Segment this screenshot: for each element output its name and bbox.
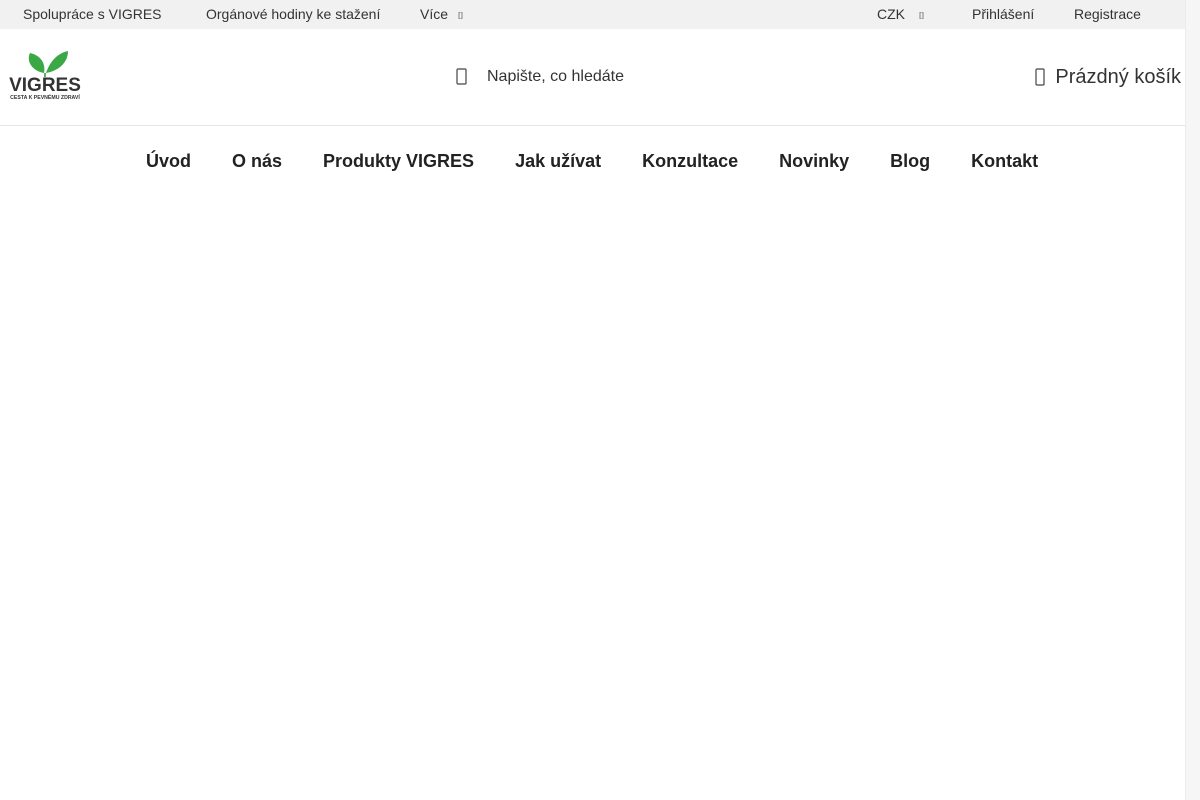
logo-brand-text: VIGRES [9,75,81,96]
nav-item-jak-uzivat[interactable]: Jak užívat [515,151,601,172]
top-utility-bar: Spolupráce s VIGRES Orgánové hodiny ke s… [0,0,1185,29]
search-input[interactable] [487,62,707,92]
nav-item-novinky[interactable]: Novinky [779,151,849,172]
currency-label: CZK [877,6,905,22]
main-navigation: Úvod O nás Produkty VIGRES Jak užívat Ko… [0,127,1185,195]
currency-selector[interactable]: CZK [877,0,924,29]
search-icon[interactable] [455,67,469,87]
nav-list: Úvod O nás Produkty VIGRES Jak užívat Ko… [146,127,1038,195]
nav-item-uvod[interactable]: Úvod [146,151,191,172]
search-box[interactable] [452,62,712,92]
chevron-down-icon [458,12,463,19]
content-area [0,195,1185,800]
topbar-more-label: Více [420,6,449,22]
nav-item-konzultace[interactable]: Konzultace [642,151,738,172]
logo-tagline-text: CESTA K PEVNÉMU ZDRAVÍ [10,93,80,101]
login-link[interactable]: Přihlášení [972,0,1034,29]
nav-item-kontakt[interactable]: Kontakt [971,151,1038,172]
register-link[interactable]: Registrace [1074,0,1141,29]
topbar-link-cooperation[interactable]: Spolupráce s VIGRES [23,0,162,29]
nav-item-blog[interactable]: Blog [890,151,930,172]
page: Spolupráce s VIGRES Orgánové hodiny ke s… [0,0,1185,800]
cart-label: Prázdný košík [1055,66,1181,88]
topbar-link-organ-hours[interactable]: Orgánové hodiny ke stažení [206,0,380,29]
site-header: VIGRES CESTA K PEVNÉMU ZDRAVÍ Prázdný ko… [0,29,1185,126]
nav-item-produkty[interactable]: Produkty VIGRES [323,151,474,172]
cart-icon [1035,67,1045,86]
chevron-down-icon [919,12,924,19]
cart-button[interactable]: Prázdný košík [1035,62,1181,92]
page-scrollbar[interactable] [1185,0,1200,800]
vigres-logo[interactable]: VIGRES CESTA K PEVNÉMU ZDRAVÍ [4,49,86,101]
nav-item-o-nas[interactable]: O nás [232,151,282,172]
topbar-more-menu[interactable]: Více [420,0,463,29]
